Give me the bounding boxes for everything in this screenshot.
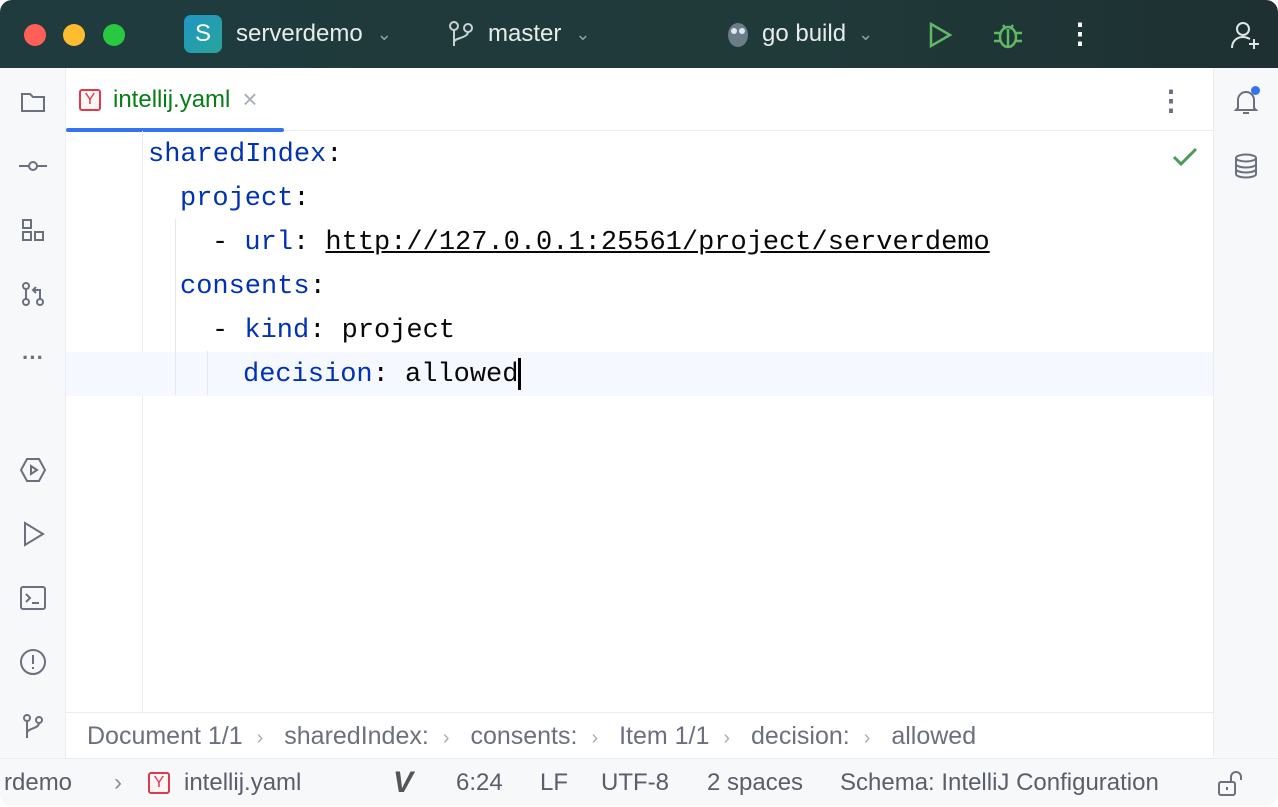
database-icon[interactable] <box>1230 150 1262 182</box>
tab-intellij-yaml[interactable]: Y intellij.yaml × <box>66 68 284 131</box>
right-tool-window-bar <box>1213 68 1278 758</box>
code-line: sharedIndex: <box>148 133 342 177</box>
breadcrumb-item[interactable]: Item 1/1 <box>619 722 709 750</box>
more-tools-icon[interactable]: ··· <box>17 342 49 374</box>
problems-icon[interactable] <box>17 646 49 678</box>
indent-guide <box>207 351 208 395</box>
no-problems-check-icon[interactable] <box>1172 146 1198 168</box>
text-cursor <box>518 358 521 390</box>
chevron-down-icon: ⌄ <box>858 24 873 45</box>
minimize-window-button[interactable] <box>63 24 85 46</box>
line-separator[interactable]: LF <box>540 759 568 807</box>
chevron-right-icon: › <box>257 727 264 749</box>
branch-selector[interactable]: master ⌄ <box>448 15 590 53</box>
maximize-window-button[interactable] <box>103 24 125 46</box>
code-editor[interactable]: sharedIndex: project: - url: http://127.… <box>66 131 1213 712</box>
chevron-down-icon: ⌄ <box>377 24 392 45</box>
close-window-button[interactable] <box>24 24 46 46</box>
notifications-icon[interactable] <box>1230 86 1262 118</box>
code-line: consents: <box>180 265 326 309</box>
status-bar: rdemo › Y intellij.yaml V 6:24 LF UTF-8 … <box>0 758 1278 806</box>
breadcrumb-item[interactable]: consents: <box>470 722 577 750</box>
title-bar: S serverdemo ⌄ master ⌄ go build ⌄ ⋮ <box>0 0 1278 68</box>
chevron-right-icon: › <box>864 727 871 749</box>
chevron-right-icon: › <box>591 727 598 749</box>
breadcrumb-item[interactable]: sharedIndex: <box>284 722 429 750</box>
unlock-icon[interactable] <box>1216 770 1244 798</box>
close-tab-icon[interactable]: × <box>242 84 257 115</box>
pull-requests-icon[interactable] <box>17 278 49 310</box>
folder-icon[interactable] <box>17 86 49 118</box>
services-icon[interactable] <box>17 454 49 486</box>
file-encoding[interactable]: UTF-8 <box>601 759 669 807</box>
indent-setting[interactable]: 2 spaces <box>707 759 803 807</box>
project-name: serverdemo <box>236 20 363 48</box>
breadcrumb: Document 1/1 › sharedIndex: › consents: › I… <box>66 712 1213 758</box>
chevron-down-icon: ⌄ <box>575 24 590 45</box>
current-line-highlight <box>66 352 1213 396</box>
caret-position[interactable]: 6:24 <box>456 759 503 807</box>
run-config-selector[interactable]: go build ⌄ <box>726 15 873 53</box>
code-line: project: <box>180 177 310 221</box>
git-icon[interactable] <box>17 710 49 742</box>
vim-icon[interactable]: V <box>393 759 413 807</box>
gopher-icon <box>726 20 750 48</box>
add-user-icon[interactable] <box>1230 19 1262 51</box>
indent-guide <box>175 219 176 395</box>
yaml-schema[interactable]: Schema: IntelliJ Configuration <box>840 759 1159 807</box>
yaml-icon: Y <box>148 772 170 794</box>
run-config-name: go build <box>762 20 846 48</box>
tab-options-icon[interactable]: ⋮ <box>1157 84 1185 117</box>
run-icon[interactable] <box>926 21 954 49</box>
project-badge: S <box>184 15 222 53</box>
branch-icon <box>448 20 474 48</box>
project-selector[interactable]: S serverdemo ⌄ <box>184 15 392 53</box>
editor-tabs: Y intellij.yaml × ⋮ <box>66 68 1213 131</box>
status-project[interactable]: rdemo <box>4 759 72 807</box>
structure-icon[interactable] <box>17 214 49 246</box>
chevron-right-icon: › <box>114 759 122 807</box>
code-line: - kind: project <box>212 309 455 353</box>
left-tool-window-bar: ··· <box>0 68 66 758</box>
tab-label: intellij.yaml <box>113 86 230 114</box>
status-file[interactable]: intellij.yaml <box>184 759 301 807</box>
debug-icon[interactable] <box>992 19 1024 51</box>
url-link[interactable]: http://127.0.0.1:25561/project/serverdem… <box>325 228 989 258</box>
code-line: - url: http://127.0.0.1:25561/project/se… <box>212 221 990 265</box>
gutter-divider <box>142 131 143 712</box>
branch-name: master <box>488 20 561 48</box>
yaml-icon: Y <box>79 89 101 111</box>
more-actions-icon[interactable]: ⋮ <box>1066 20 1094 48</box>
breadcrumb-item[interactable]: Document 1/1 <box>87 722 243 750</box>
commit-icon[interactable] <box>17 150 49 182</box>
breadcrumb-item[interactable]: allowed <box>891 722 976 750</box>
breadcrumb-item[interactable]: decision: <box>751 722 850 750</box>
code-line: decision: allowed <box>243 353 521 397</box>
chevron-right-icon: › <box>723 727 730 749</box>
terminal-icon[interactable] <box>17 582 49 614</box>
chevron-right-icon: › <box>443 727 450 749</box>
run-tool-icon[interactable] <box>17 518 49 550</box>
